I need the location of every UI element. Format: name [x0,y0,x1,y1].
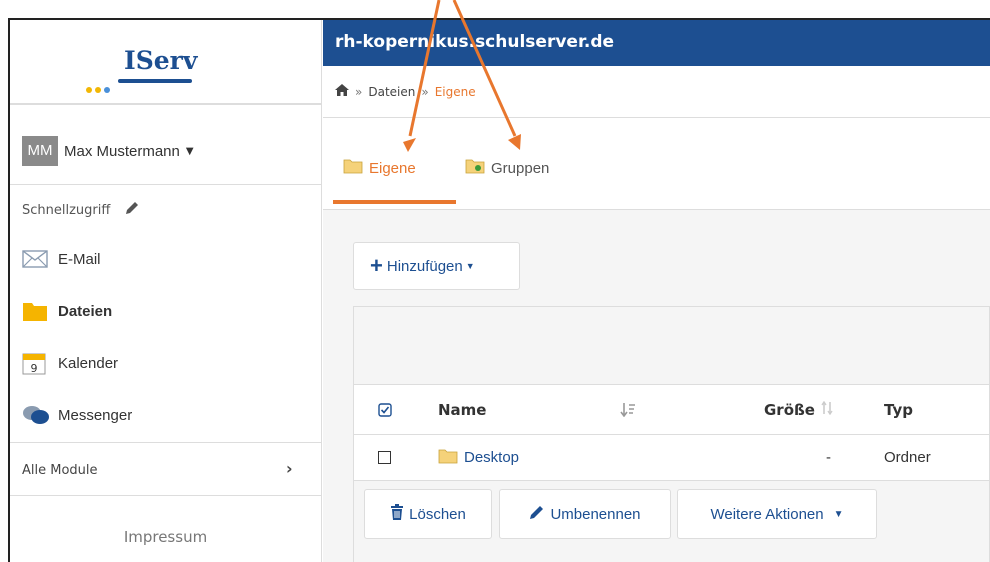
home-icon[interactable] [335,83,349,100]
rename-button[interactable]: Umbenennen [499,489,671,539]
chevron-down-icon: ▼ [833,508,844,520]
chevron-down-icon: ▼ [185,145,194,157]
tab-own[interactable]: Eigene [343,158,416,178]
breadcrumb-separator: » [355,84,363,99]
quick-access[interactable]: Schnellzugriff [22,200,140,220]
tab-label: Gruppen [491,159,550,177]
trash-icon [390,504,404,524]
delete-button[interactable]: Löschen [364,489,492,539]
plus-icon: + [370,253,383,278]
tab-label: Eigene [369,159,416,177]
add-button-label: Hinzufügen [386,257,463,275]
main-content: rh-kopernikus.schulserver.de » Dateien »… [323,20,990,562]
app-window: IServ MM Max Mustermann ▼ Schnellzugriff… [8,18,990,562]
breadcrumb: » Dateien » Eigene [323,66,990,118]
user-name: Max Mustermann [64,142,180,160]
table-toolbar [354,307,989,385]
logo-underline [118,79,192,83]
host-title: rh-kopernikus.schulserver.de [323,20,990,66]
pencil-icon [529,504,545,524]
sidebar-item-email[interactable]: E-Mail [22,248,101,270]
chat-icon [22,404,50,426]
all-modules-label: Alle Module [22,463,98,478]
impressum-link[interactable]: Impressum [10,528,321,546]
chevron-down-icon: ▼ [465,261,475,271]
logo-dots [86,78,113,97]
select-all-icon[interactable] [378,385,392,434]
rename-label: Umbenennen [550,505,641,523]
logo[interactable]: IServ [10,20,321,104]
sidebar-item-messenger[interactable]: Messenger [22,404,132,426]
logo-text: IServ [124,46,198,75]
sort-icon[interactable] [620,385,636,434]
delete-label: Löschen [409,505,466,523]
column-type[interactable]: Typ [884,385,913,434]
svg-text:9: 9 [31,362,38,375]
folder-icon [343,158,363,178]
bulk-actions: Löschen Umbenennen Weitere Aktionen ▼ [354,481,989,562]
breadcrumb-separator: » [421,84,429,99]
quick-access-label: Schnellzugriff [22,202,111,218]
pencil-icon[interactable] [124,200,140,220]
sort-icon [821,400,833,419]
folder-icon [438,448,458,468]
calendar-icon: 9 [22,352,50,375]
column-name[interactable]: Name [438,385,486,434]
divider [10,184,321,185]
tab-bar: Eigene Gruppen [323,118,990,210]
breadcrumb-item-files[interactable]: Dateien [368,85,415,99]
divider [10,104,321,105]
sidebar-item-calendar[interactable]: 9 Kalender [22,352,119,375]
table-row[interactable]: Desktop - Ordner [354,435,989,481]
sidebar-item-label: E-Mail [58,250,101,268]
row-checkbox[interactable] [378,435,391,480]
file-area: + Hinzufügen ▼ Name Größe Typ Desktop - … [323,210,990,562]
sidebar: IServ MM Max Mustermann ▼ Schnellzugriff… [10,20,322,562]
active-tab-indicator [333,200,456,204]
breadcrumb-item-own: Eigene [434,84,476,99]
row-name[interactable]: Desktop [438,435,519,480]
user-menu[interactable]: MM Max Mustermann ▼ [22,136,194,166]
sidebar-item-label: Dateien [58,302,113,320]
row-type: Ordner [884,449,931,466]
all-modules[interactable]: Alle Module › [10,442,321,496]
table-header: Name Größe Typ [354,385,989,435]
more-actions-label: Weitere Aktionen [710,505,824,523]
sidebar-item-label: Kalender [58,354,119,372]
folder-icon [22,300,50,322]
more-actions-button[interactable]: Weitere Aktionen ▼ [677,489,877,539]
column-size[interactable]: Größe [764,385,833,434]
add-button[interactable]: + Hinzufügen ▼ [353,242,520,290]
sidebar-item-files[interactable]: Dateien [22,300,112,322]
mail-icon [22,248,50,270]
column-size-label: Größe [764,400,815,419]
folder-link[interactable]: Desktop [464,449,519,466]
sidebar-item-label: Messenger [58,406,133,424]
annotation-strip [0,0,990,20]
file-table: Name Größe Typ Desktop - Ordner Löschen … [353,306,990,562]
tab-groups[interactable]: Gruppen [465,158,549,178]
row-size: - [826,449,831,466]
group-folder-icon [465,158,485,178]
avatar: MM [22,136,58,166]
chevron-right-icon: › [286,459,293,478]
